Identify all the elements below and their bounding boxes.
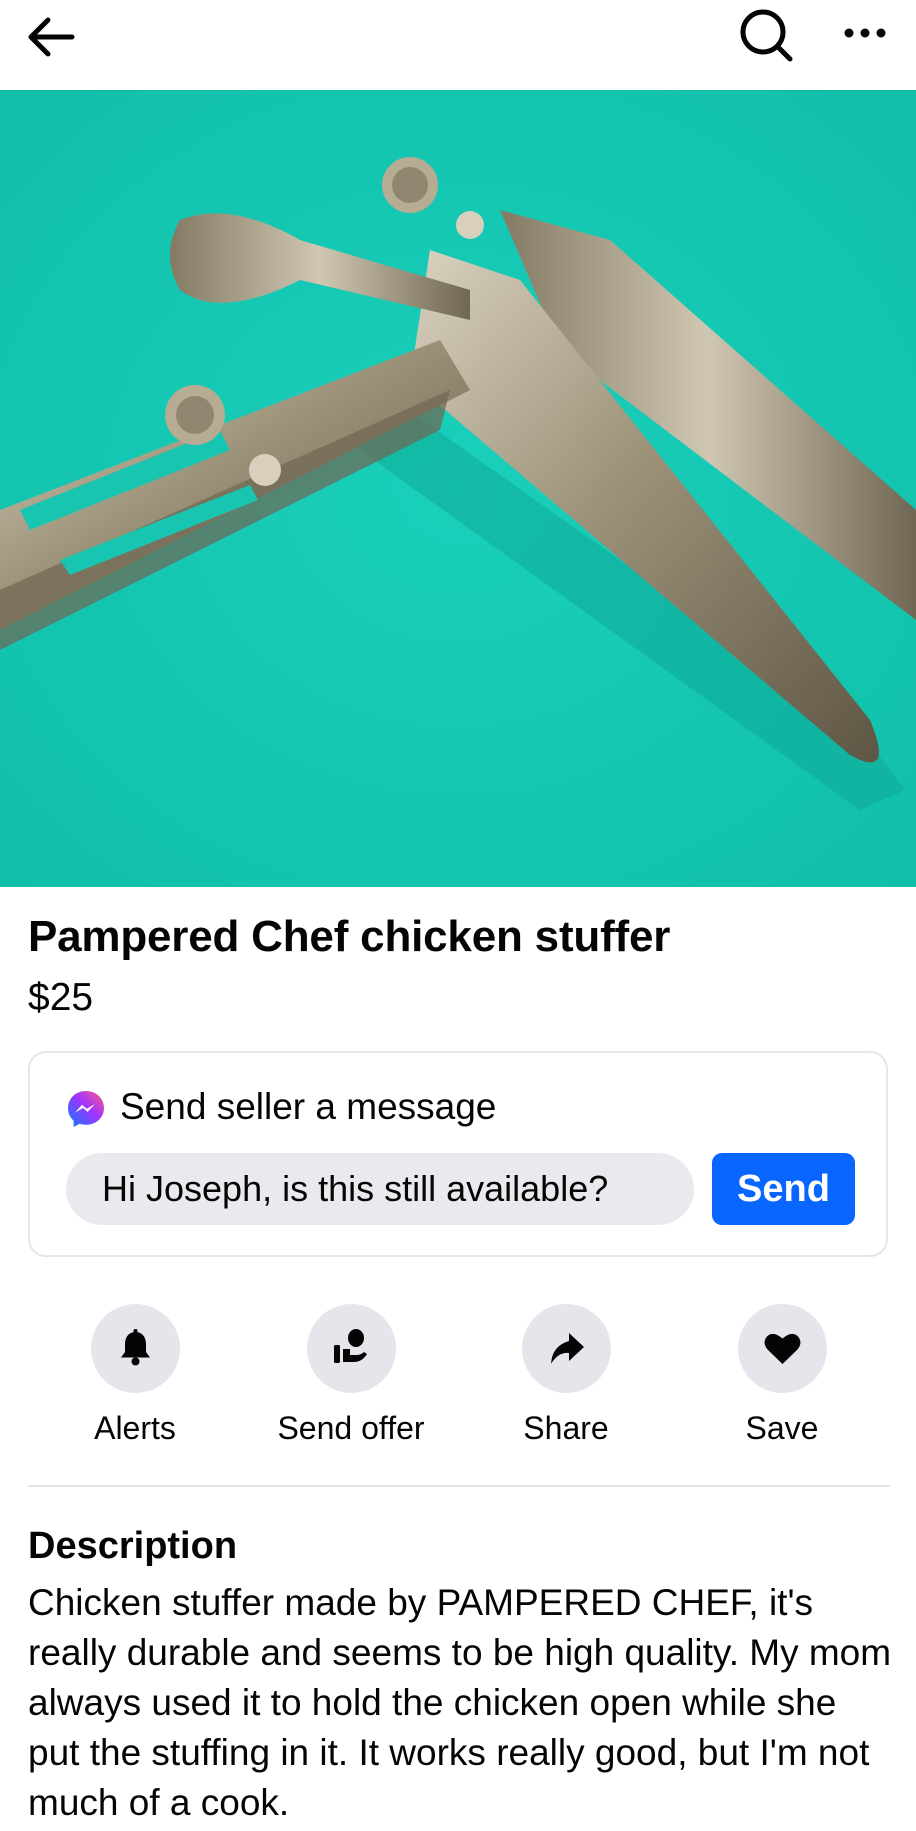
alerts-icon-circle: [91, 1304, 180, 1393]
listing-photo-image: [0, 90, 916, 887]
save-button[interactable]: Save: [692, 1304, 872, 1454]
save-label: Save: [745, 1410, 819, 1446]
alerts-label: Alerts: [94, 1410, 176, 1446]
more-options-button[interactable]: [835, 8, 895, 60]
messenger-icon: [68, 1091, 104, 1127]
description-heading: Description: [28, 1525, 238, 1567]
share-arrow-icon: [551, 1333, 584, 1364]
share-icon-circle: [522, 1304, 611, 1393]
alerts-button[interactable]: Alerts: [45, 1304, 225, 1454]
top-bar: [0, 0, 916, 90]
message-seller-card: Send seller a message Send: [28, 1051, 888, 1257]
action-buttons: Alerts Send offer Share Save: [0, 1304, 916, 1454]
bell-icon: [121, 1329, 150, 1366]
listing-photo[interactable]: [0, 90, 916, 887]
back-button[interactable]: [22, 6, 86, 68]
search-icon: [740, 9, 793, 62]
search-button[interactable]: [733, 4, 799, 66]
send-offer-icon-circle: [307, 1304, 396, 1393]
send-offer-button[interactable]: Send offer: [261, 1304, 441, 1454]
listing-title: Pampered Chef chicken stuffer: [28, 912, 671, 961]
message-input[interactable]: [66, 1153, 694, 1225]
save-icon-circle: [738, 1304, 827, 1393]
share-button[interactable]: Share: [476, 1304, 656, 1454]
share-label: Share: [523, 1410, 609, 1446]
listing-price: $25: [28, 976, 94, 1019]
send-button[interactable]: Send: [712, 1153, 855, 1225]
send-offer-icon: [334, 1329, 367, 1363]
section-divider: [28, 1485, 890, 1487]
more-horizontal-icon: [844, 28, 886, 38]
send-offer-label: Send offer: [277, 1410, 425, 1446]
arrow-left-icon: [28, 17, 75, 57]
heart-icon: [764, 1333, 801, 1364]
message-heading: Send seller a message: [120, 1086, 497, 1127]
description-text: Chicken stuffer made by PAMPERED CHEF, i…: [28, 1582, 892, 1823]
